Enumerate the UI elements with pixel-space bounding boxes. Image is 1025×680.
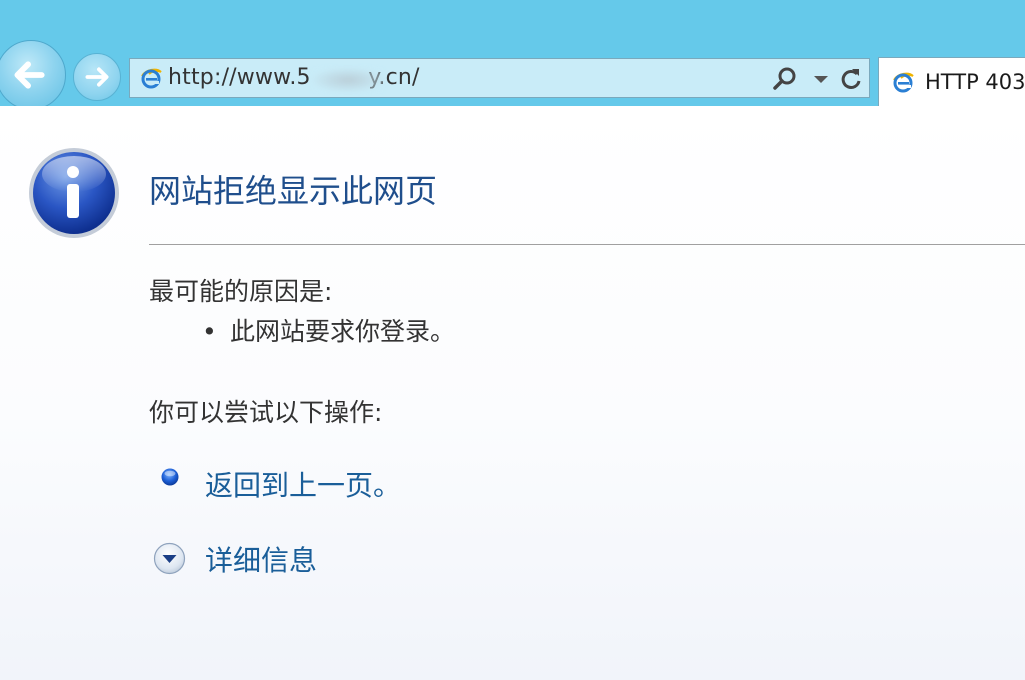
chevron-down-icon [814, 76, 828, 83]
expand-icon[interactable] [153, 542, 186, 575]
page-title: 网站拒绝显示此网页 [149, 172, 438, 210]
internet-explorer-icon [893, 72, 914, 93]
refresh-icon [841, 69, 861, 89]
blue-dot-icon [161, 468, 179, 486]
back-arrow-icon [14, 61, 45, 89]
tab-title: HTTP 403 [925, 70, 1025, 94]
reason-text: 此网站要求你登录。 [230, 317, 456, 346]
info-icon [29, 148, 119, 238]
more-information-link[interactable]: 详细信息 [205, 539, 317, 579]
internet-explorer-icon [141, 68, 162, 89]
back-button[interactable] [0, 40, 66, 110]
tab-active[interactable]: HTTP 403 [878, 57, 1025, 106]
reason-label: 最可能的原因是: [149, 277, 333, 306]
go-back-link[interactable]: 返回到上一页。 [205, 464, 401, 504]
search-icon [773, 67, 796, 90]
reason-list-item: • 此网站要求你登录。 [202, 312, 455, 348]
error-page: 网站拒绝显示此网页 最可能的原因是: • 此网站要求你登录。 你可以尝试以下操作:… [0, 106, 1025, 680]
refresh-button[interactable] [837, 65, 865, 93]
address-bar[interactable]: http://www.5 y.cn/ [129, 58, 870, 98]
browser-toolbar: http://www.5 y.cn/ HTTP 403 [0, 0, 1025, 110]
forward-button[interactable] [73, 53, 121, 101]
list-bullet: • [202, 317, 217, 346]
divider [149, 244, 1025, 245]
redacted-blur [312, 68, 384, 92]
try-label: 你可以尝试以下操作: [149, 398, 383, 427]
dropdown-button[interactable] [807, 65, 835, 93]
search-button[interactable] [771, 65, 799, 93]
forward-arrow-icon [85, 67, 109, 87]
